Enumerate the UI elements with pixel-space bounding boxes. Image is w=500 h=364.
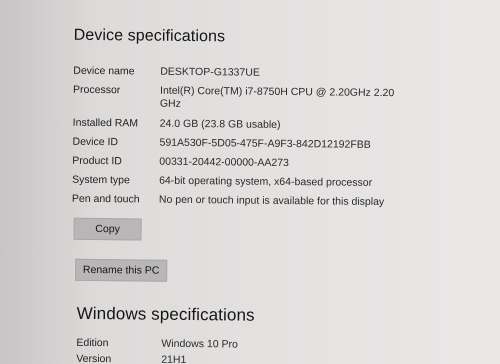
pen-and-touch-value: No pen or touch input is available for t… [158,193,385,209]
product-id-label: Product ID [72,154,122,168]
version-label: Version [76,352,112,364]
edition-label: Edition [76,336,109,350]
system-type-value: 64-bit operating system, x64-based proce… [159,174,373,189]
device-id-label: Device ID [72,135,119,149]
installed-ram-value: 24.0 GB (23.8 GB usable) [159,117,281,131]
system-type-label: System type [72,173,130,187]
product-id-value: 00331-20442-00000-AA273 [159,155,289,170]
device-name-label: Device name [73,64,135,78]
about-settings-page: Device specifications Device name DESKTO… [0,0,500,364]
edition-value: Windows 10 Pro [161,337,238,351]
device-specifications-heading: Device specifications [73,26,226,46]
copy-button[interactable]: Copy [73,217,142,241]
device-name-value: DESKTOP-G1337UE [160,65,260,79]
processor-value: Intel(R) Core(TM) i7-8750H CPU @ 2.20GHz… [159,84,395,110]
pen-and-touch-label: Pen and touch [71,192,140,206]
rename-pc-button[interactable]: Rename this PC [75,258,168,282]
windows-specifications-heading: Windows specifications [76,303,255,325]
device-id-value: 591A530F-5D05-475F-A9F3-842D12192FBB [159,136,371,151]
installed-ram-label: Installed RAM [72,116,139,130]
processor-label: Processor [73,83,121,97]
version-value: 21H1 [161,353,187,364]
